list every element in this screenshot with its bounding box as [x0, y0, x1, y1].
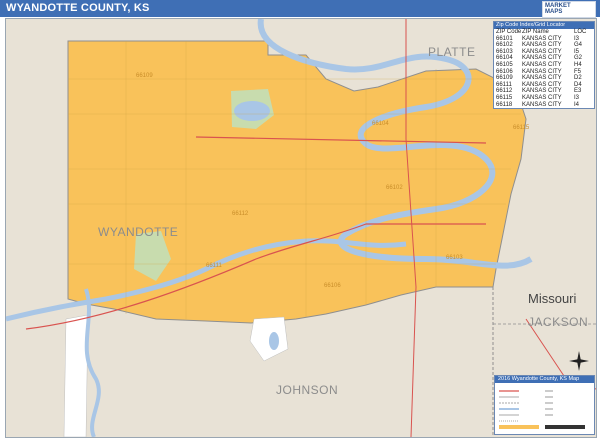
zip-index-cell: KANSAS CITY — [522, 48, 562, 55]
zip-label: 66102 — [386, 185, 403, 191]
platte-county-label: PLATTE — [428, 45, 476, 59]
zip-index-cell: KANSAS CITY — [522, 68, 562, 75]
zip-index-cell: KANSAS CITY — [522, 55, 562, 62]
zip-index-table: Zip Code Index/Grid Locator ZIP Code ZIP… — [493, 21, 595, 110]
zip-index-row: 66106 KANSAS CITY F5 — [494, 69, 594, 76]
zip-index-row: 66104 KANSAS CITY G2 — [494, 55, 594, 62]
zip-index-row: 66102 KANSAS CITY G4 — [494, 42, 594, 49]
zip-index-cell: 66101 — [496, 35, 513, 42]
lake — [234, 101, 270, 121]
map-legend: 2016 Wyandotte County, KS Map — [494, 375, 595, 435]
zip-index-cell: 66102 — [496, 42, 513, 49]
zip-index-cell: 66106 — [496, 68, 513, 75]
missouri-state-label: Missouri — [528, 291, 577, 306]
legend-title: 2016 Wyandotte County, KS Map — [495, 376, 594, 383]
johnson-county-label: JOHNSON — [276, 383, 339, 397]
zip-index-cell: KANSAS CITY — [522, 101, 562, 108]
zip-index-cell: F5 — [574, 68, 582, 75]
map-canvas[interactable]: 66109 66104 66115 66112 66111 66106 6610… — [5, 18, 597, 438]
zip-index-cell: 66104 — [496, 55, 513, 62]
title-bar: WYANDOTTE COUNTY, KS MARKET MAPS — [0, 0, 600, 18]
wyandotte-county-label: WYANDOTTE — [98, 225, 179, 239]
county-area — [67, 40, 527, 324]
zip-index-cell: I4 — [574, 101, 580, 108]
zip-index-row: 66105 KANSAS CITY H4 — [494, 62, 594, 69]
lake — [269, 332, 279, 350]
zip-index-cell: 66103 — [496, 48, 513, 55]
logo-mark: MARKET MAPS — [545, 3, 571, 15]
zip-label: 66109 — [136, 73, 153, 79]
zip-index-cell: KANSAS CITY — [522, 88, 562, 95]
zip-index-row: 66109 KANSAS CITY D2 — [494, 75, 594, 82]
zip-index-cell: G2 — [574, 55, 583, 62]
zip-index-cell: KANSAS CITY — [522, 61, 562, 68]
column-header: LOC — [574, 29, 587, 35]
north-arrow-icon — [569, 351, 589, 371]
legend-symbols — [499, 390, 585, 429]
zip-label: 66115 — [513, 125, 530, 131]
zip-index-cell: 66118 — [496, 101, 513, 108]
zip-index-cell: I3 — [574, 94, 580, 101]
column-header: ZIP Name — [522, 29, 549, 35]
jackson-county-label: JACKSON — [528, 315, 589, 329]
park-area — [63, 314, 89, 437]
zip-index-row: 66115 KANSAS CITY I3 — [494, 95, 594, 102]
zip-label: 66106 — [324, 283, 341, 289]
zip-index-cell: I3 — [574, 35, 580, 42]
zip-index-cell: G4 — [574, 42, 583, 49]
publisher-logo: MARKET MAPS — [542, 1, 596, 18]
zip-label: 66103 — [446, 255, 463, 261]
zip-index-cell: KANSAS CITY — [522, 75, 562, 82]
zip-index-cell: I5 — [574, 48, 580, 55]
zip-index-cell: E3 — [574, 88, 582, 95]
zip-index-cell: KANSAS CITY — [522, 81, 562, 88]
map-title: WYANDOTTE COUNTY, KS — [6, 2, 150, 14]
zip-index-title: Zip Code Index/Grid Locator — [494, 22, 594, 29]
zip-index-cell: H4 — [574, 61, 582, 68]
zip-index-cell: 66109 — [496, 75, 513, 82]
zip-index-header-row: ZIP Code ZIP Name LOC — [494, 29, 594, 36]
zip-index-row: 66111 KANSAS CITY D4 — [494, 82, 594, 89]
zip-index-cell: D2 — [574, 75, 582, 82]
zip-index-cell: 66112 — [496, 88, 513, 95]
zip-index-cell: KANSAS CITY — [522, 42, 562, 49]
zip-index-row: 66118 KANSAS CITY I4 — [494, 102, 594, 109]
zip-label: 66112 — [232, 211, 249, 217]
zip-index-cell: KANSAS CITY — [522, 94, 562, 101]
zip-index-row: 66112 KANSAS CITY E3 — [494, 88, 594, 95]
zip-label: 66104 — [372, 121, 389, 127]
zip-index-row: 66103 KANSAS CITY I5 — [494, 49, 594, 56]
zip-index-row: 66101 KANSAS CITY I3 — [494, 36, 594, 43]
zip-index-cell: 66115 — [496, 94, 513, 101]
zip-index-cell: D4 — [574, 81, 582, 88]
zip-index-cell: KANSAS CITY — [522, 35, 562, 42]
zip-index-cell: 66105 — [496, 61, 513, 68]
zip-index-cell: 66111 — [496, 81, 512, 88]
column-header: ZIP Code — [496, 29, 522, 35]
zip-label: 66111 — [206, 263, 222, 269]
